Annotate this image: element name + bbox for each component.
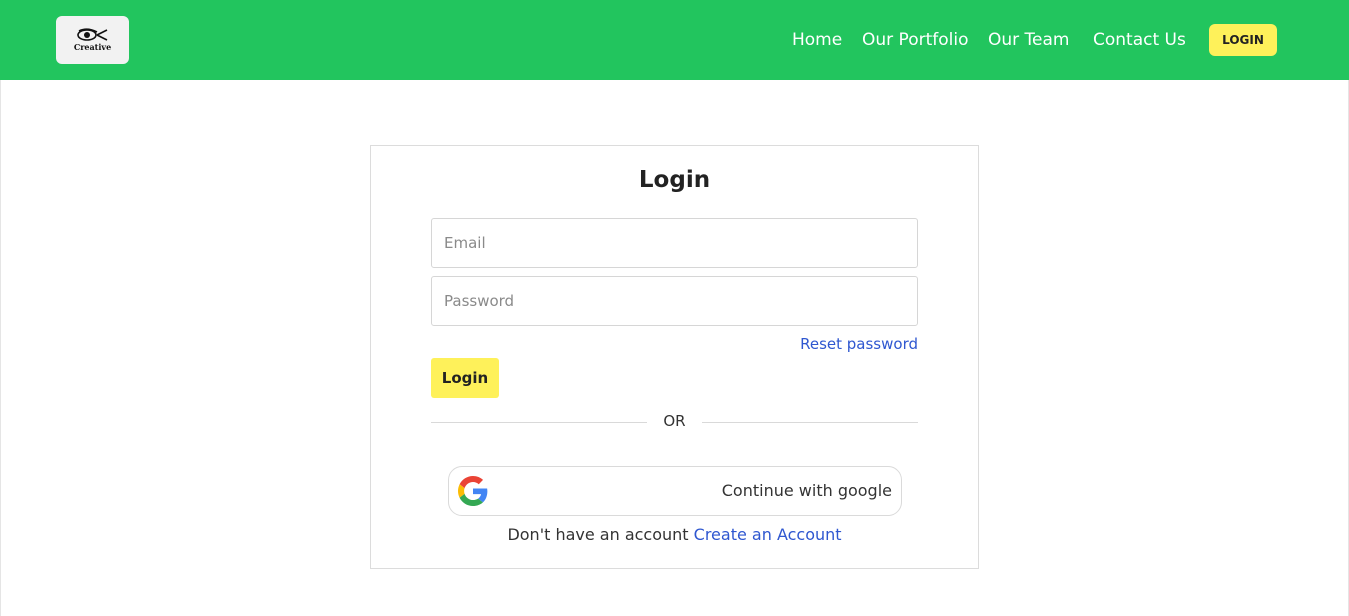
brand-logo[interactable]: Creative <box>56 16 129 64</box>
logo-text: Creative <box>73 42 112 52</box>
eye-logo-icon <box>77 28 108 41</box>
nav-our-team[interactable]: Our Team <box>988 29 1069 51</box>
nav-login-button[interactable]: LOGIN <box>1209 24 1277 56</box>
nav-home[interactable]: Home <box>792 29 842 51</box>
top-navbar: Creative Home Our Portfolio Our Team Con… <box>0 0 1349 80</box>
google-icon <box>458 476 488 506</box>
nav-contact-us[interactable]: Contact Us <box>1093 29 1186 51</box>
or-divider-label: OR <box>663 412 686 430</box>
reset-password-link[interactable]: Reset password <box>800 335 918 353</box>
continue-with-google-button[interactable]: Continue with google <box>448 466 902 516</box>
signup-row: Don't have an account Create an Account <box>371 525 978 544</box>
nav-our-portfolio[interactable]: Our Portfolio <box>862 29 968 51</box>
login-submit-button[interactable]: Login <box>431 358 499 398</box>
signup-prompt: Don't have an account <box>507 525 689 544</box>
login-card: Login Reset password Login OR Continue w… <box>370 145 979 569</box>
email-input[interactable] <box>431 218 918 268</box>
password-input[interactable] <box>431 276 918 326</box>
create-account-link[interactable]: Create an Account <box>694 525 842 544</box>
login-title: Login <box>638 167 711 193</box>
divider-right <box>702 422 918 423</box>
google-button-label: Continue with google <box>721 481 892 500</box>
